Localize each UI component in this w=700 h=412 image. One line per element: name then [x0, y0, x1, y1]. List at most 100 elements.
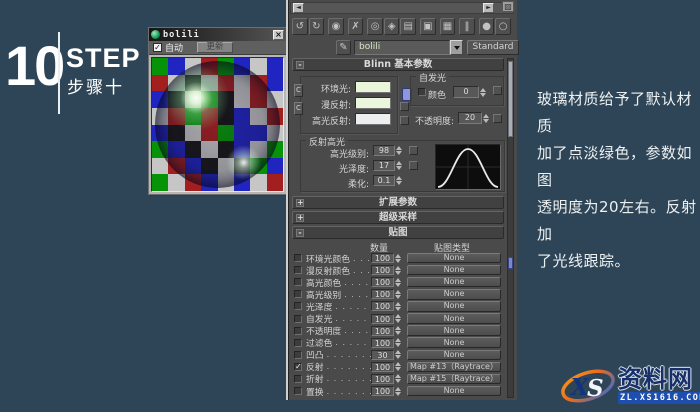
map-amount-spinner[interactable]: 100	[371, 325, 401, 336]
map-type-button[interactable]: None	[407, 276, 501, 288]
sample-slot-scrollbar[interactable]: ◄ ►	[290, 2, 514, 14]
map-amount-spinner[interactable]: 100	[371, 277, 401, 288]
spinner-arrows[interactable]	[483, 113, 489, 123]
glossiness-spinner[interactable]: 17	[373, 160, 402, 171]
map-type-button[interactable]: None	[407, 289, 501, 300]
soften-spinner[interactable]: 0.1	[373, 175, 402, 186]
map-enable-checkbox[interactable]	[294, 387, 302, 396]
map-type-button[interactable]: None	[407, 337, 501, 348]
map-type-button[interactable]: None	[407, 264, 501, 276]
spinner-arrows[interactable]	[395, 314, 401, 324]
map-type-button[interactable]: Map #15（Raytrace）	[407, 373, 501, 385]
self-illumination-spinner[interactable]: 0	[453, 86, 486, 98]
collapse-icon[interactable]: -	[296, 229, 304, 237]
map-type-button[interactable]: None	[407, 301, 501, 312]
map-amount-spinner[interactable]: 100	[371, 373, 401, 384]
show-end-result-icon[interactable]: ‖	[459, 18, 475, 35]
map-type-button[interactable]: None	[407, 252, 501, 264]
map-type-button[interactable]: None	[407, 313, 501, 324]
map-type-button[interactable]: None	[407, 385, 501, 397]
spinner-arrows[interactable]	[396, 176, 402, 185]
map-amount-spinner[interactable]: 100	[371, 253, 401, 264]
show-map-in-viewport-icon[interactable]: ▦	[439, 18, 456, 35]
spinner-arrows[interactable]	[395, 326, 401, 336]
pick-material-eyedropper-icon[interactable]: ✎	[336, 40, 351, 55]
map-enable-checkbox[interactable]	[294, 326, 302, 335]
close-icon[interactable]: ×	[273, 29, 284, 40]
make-unique-icon[interactable]: ◈	[383, 18, 400, 35]
map-amount-value[interactable]: 30	[371, 349, 394, 360]
map-amount-value[interactable]: 100	[371, 337, 394, 348]
specular-level-map-shortcut-button[interactable]	[409, 146, 418, 155]
map-amount-value[interactable]: 100	[371, 325, 394, 336]
spinner-arrows[interactable]	[395, 301, 401, 311]
material-id-channel-icon[interactable]: ▣	[420, 18, 436, 35]
collapse-icon[interactable]: -	[296, 61, 304, 69]
put-to-scene-icon[interactable]: ↻	[308, 18, 325, 35]
map-amount-value[interactable]: 100	[371, 386, 394, 397]
diffuse-color-swatch[interactable]	[355, 97, 391, 109]
go-forward-icon[interactable]: ○	[495, 18, 511, 35]
spinner-arrows[interactable]	[395, 374, 401, 384]
expand-icon[interactable]: +	[296, 199, 304, 207]
map-type-button[interactable]: None	[407, 349, 501, 361]
glossiness-map-shortcut-button[interactable]	[409, 161, 418, 170]
map-amount-spinner[interactable]: 100	[371, 361, 401, 372]
map-enable-checkbox[interactable]: ✓	[294, 362, 302, 371]
lock-ambient-diffuse-button[interactable]: C	[294, 84, 303, 97]
reset-map-icon[interactable]: ✗	[347, 18, 364, 35]
sample-window-icon[interactable]: ▨	[502, 1, 514, 12]
material-type-button[interactable]: Standard	[467, 40, 519, 55]
put-to-library-icon[interactable]: ▤	[400, 18, 417, 35]
material-name-dropdown[interactable]	[450, 40, 463, 55]
spinner-arrows[interactable]	[395, 362, 401, 372]
rollout-supersampling[interactable]: + 超级采样	[292, 211, 504, 224]
spinner-arrows[interactable]	[395, 277, 401, 287]
map-amount-value[interactable]: 100	[371, 289, 394, 300]
spinner-arrows[interactable]	[395, 350, 401, 360]
map-amount-spinner[interactable]: 100	[371, 313, 401, 324]
map-amount-spinner[interactable]: 100	[371, 265, 401, 276]
map-amount-value[interactable]: 100	[371, 301, 394, 312]
map-enable-checkbox[interactable]	[294, 350, 302, 359]
map-amount-spinner[interactable]: 30	[371, 349, 401, 360]
map-type-button[interactable]: None	[407, 325, 501, 336]
specular-level-spinner[interactable]: 98	[373, 145, 402, 156]
map-amount-value[interactable]: 100	[371, 277, 394, 288]
map-enable-checkbox[interactable]	[294, 302, 302, 311]
scroll-right-icon[interactable]: ►	[483, 3, 494, 13]
map-amount-spinner[interactable]: 100	[371, 386, 401, 397]
map-amount-spinner[interactable]: 100	[371, 301, 401, 312]
spinner-arrows[interactable]	[395, 386, 401, 396]
self-illumination-color-checkbox[interactable]	[418, 88, 426, 96]
go-to-parent-icon[interactable]: ●	[478, 18, 495, 35]
soften-value[interactable]: 0.1	[373, 175, 395, 186]
material-name-field[interactable]: bolili	[354, 40, 450, 55]
map-amount-spinner[interactable]: 100	[371, 289, 401, 300]
auto-checkbox[interactable]: ✓	[153, 43, 162, 52]
rollout-maps[interactable]: - 贴图	[292, 226, 504, 239]
panel-scrollbar[interactable]	[507, 58, 514, 398]
spinner-arrows[interactable]	[480, 87, 486, 97]
spinner-arrows[interactable]	[395, 265, 401, 275]
preview-window-titlebar[interactable]: bolili ×	[149, 28, 286, 41]
map-enable-checkbox[interactable]	[294, 278, 302, 287]
map-amount-spinner[interactable]: 100	[371, 337, 401, 348]
expand-icon[interactable]: +	[296, 214, 304, 222]
diffuse-map-shortcut-button[interactable]	[400, 102, 409, 111]
make-copy-icon[interactable]: ◎	[367, 18, 383, 35]
rollout-blinn-basic[interactable]: - Blinn 基本参数	[292, 58, 504, 71]
opacity-spinner[interactable]: 20	[458, 112, 489, 124]
rollout-extended-params[interactable]: + 扩展参数	[292, 196, 504, 209]
spinner-arrows[interactable]	[395, 338, 401, 348]
map-amount-value[interactable]: 100	[371, 253, 394, 264]
map-enable-checkbox[interactable]	[294, 266, 302, 275]
map-amount-value[interactable]: 100	[371, 313, 394, 324]
self-illumination-map-shortcut-button[interactable]	[493, 86, 502, 95]
map-enable-checkbox[interactable]	[294, 314, 302, 323]
map-amount-value[interactable]: 100	[371, 361, 394, 372]
ambient-color-swatch[interactable]	[355, 81, 391, 93]
scrollbar-thumb[interactable]	[508, 61, 513, 137]
get-material-icon[interactable]: ↺	[292, 18, 308, 35]
update-button[interactable]: 更新	[197, 42, 234, 53]
